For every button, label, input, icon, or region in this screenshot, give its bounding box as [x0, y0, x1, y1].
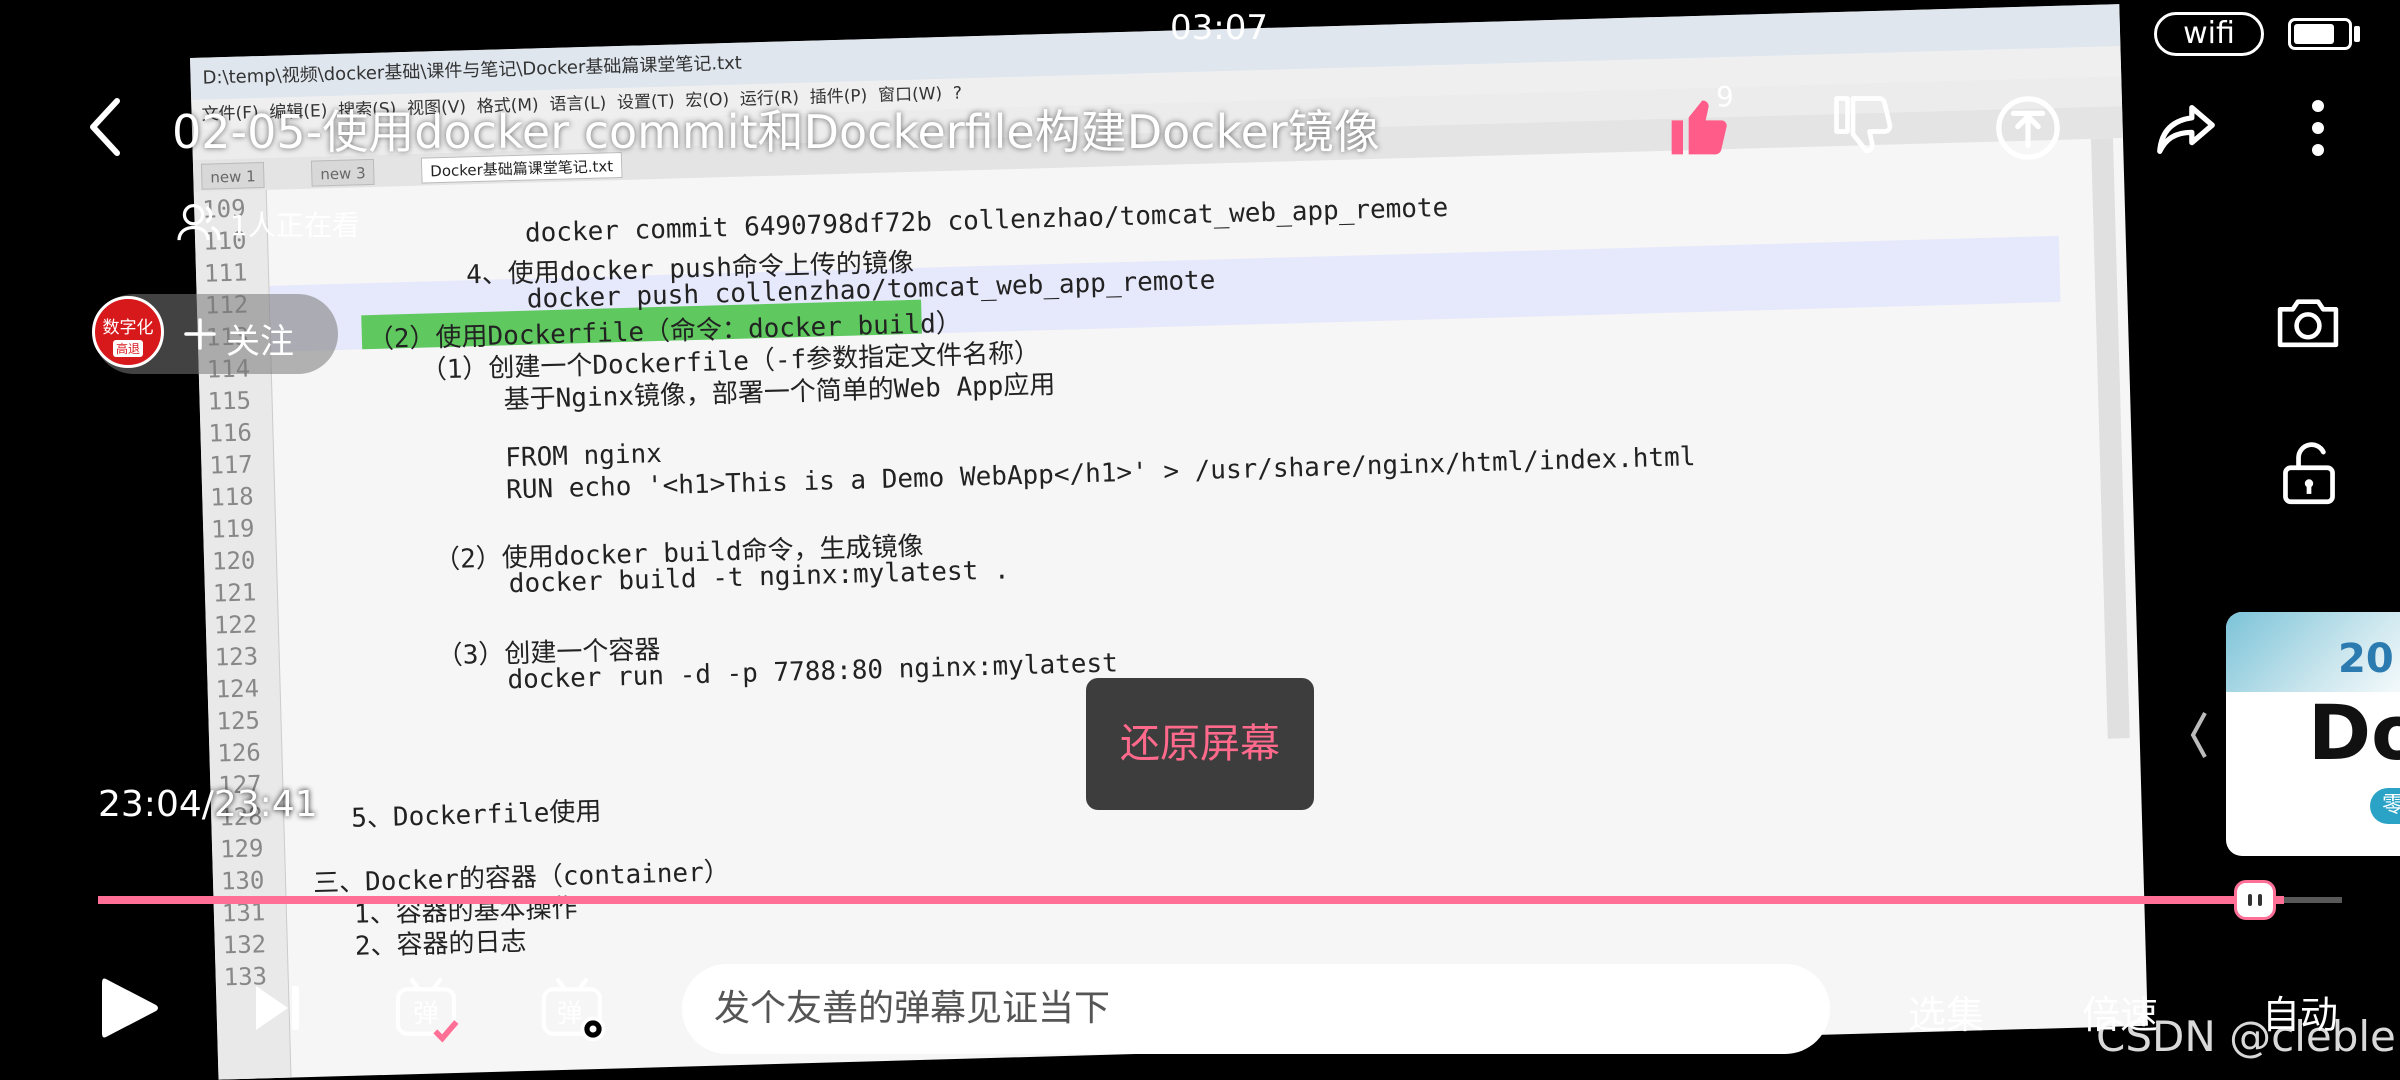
- restore-screen-button[interactable]: 还原屏幕: [1086, 678, 1314, 810]
- more-options-icon[interactable]: [2298, 92, 2338, 164]
- line-number: 115: [207, 386, 252, 416]
- follow-label: 关注: [226, 322, 294, 362]
- line-number: 124: [215, 674, 260, 704]
- line-number: 132: [222, 930, 267, 960]
- svg-text:弹: 弹: [557, 999, 583, 1029]
- code-line: FROM nginx: [504, 438, 663, 474]
- chevron-left-icon[interactable]: [2184, 700, 2214, 770]
- play-icon[interactable]: [94, 970, 164, 1046]
- dislike-icon[interactable]: [1828, 90, 1900, 162]
- coin-icon[interactable]: [1990, 90, 2066, 166]
- viewers-icon: [176, 200, 222, 244]
- code-line: 5、Dockerfile使用: [350, 796, 602, 834]
- line-number: 119: [210, 514, 255, 544]
- line-number: 129: [219, 834, 264, 864]
- status-time: 03:07: [1170, 8, 1268, 48]
- viewer-count: 1人正在看: [230, 209, 360, 242]
- line-number: 120: [211, 546, 256, 576]
- card-text: Do: [2308, 688, 2400, 777]
- recommendation-card[interactable]: 20 Do 零: [2226, 612, 2400, 856]
- line-number: 116: [208, 418, 253, 448]
- episodes-button[interactable]: 选集: [1908, 984, 1984, 1039]
- plus-icon: [182, 316, 218, 356]
- danmaku-input[interactable]: 发个友善的弹幕见证当下: [682, 964, 1830, 1054]
- line-number: 118: [209, 482, 255, 512]
- share-icon[interactable]: [2148, 90, 2224, 166]
- line-number: 117: [208, 450, 254, 480]
- line-number: 126: [217, 738, 262, 768]
- tab-new-3: new 3: [310, 158, 375, 187]
- camera-icon[interactable]: [2270, 290, 2346, 354]
- code-line: docker commit 6490798df72b collenzhao/to…: [524, 192, 1449, 249]
- line-number: 111: [203, 258, 248, 288]
- watermark: CSDN @cleble: [2096, 1012, 2396, 1061]
- code-line: RUN echo '<h1>This is a Demo WebApp</h1>…: [505, 442, 1696, 506]
- back-arrow-icon[interactable]: [82, 92, 128, 162]
- line-number: 122: [213, 610, 258, 640]
- svg-text:弹: 弹: [413, 999, 439, 1029]
- video-title: 02-05-使用docker commit和Dockerfile构建Docker…: [172, 105, 1380, 159]
- danmaku-toggle-icon[interactable]: 弹: [388, 970, 464, 1046]
- next-episode-icon[interactable]: [250, 978, 306, 1038]
- battery-tip: [2354, 26, 2360, 42]
- line-number: 130: [220, 866, 265, 896]
- avatar-text: 数字化: [102, 318, 154, 338]
- avatar-subtext: 高退: [113, 340, 143, 357]
- progress-thumb[interactable]: [2234, 880, 2276, 920]
- avatar[interactable]: 数字化 高退: [92, 296, 164, 368]
- line-number: 121: [212, 578, 257, 608]
- tab-new-1: new 1: [200, 161, 265, 190]
- video-frame[interactable]: D:\temp\视频\docker基础\课件与笔记\Docker基础篇课堂笔记.…: [190, 4, 2148, 1080]
- line-number: 125: [216, 706, 261, 736]
- wifi-indicator: wifi: [2154, 12, 2264, 56]
- danmaku-settings-icon[interactable]: 弹: [534, 970, 610, 1046]
- unlock-icon[interactable]: [2276, 436, 2342, 510]
- editor-scrollbar: [2091, 138, 2130, 739]
- time-elapsed: 23:04/23:41: [98, 784, 318, 825]
- progress-fill: [98, 896, 2284, 904]
- card-badge: 零: [2370, 788, 2400, 824]
- like-count: 9: [1716, 80, 1734, 113]
- card-text: 20: [2338, 636, 2394, 682]
- code-line: 2、容器的日志: [354, 926, 527, 962]
- battery-icon: [2288, 18, 2352, 50]
- line-number: 123: [214, 642, 259, 672]
